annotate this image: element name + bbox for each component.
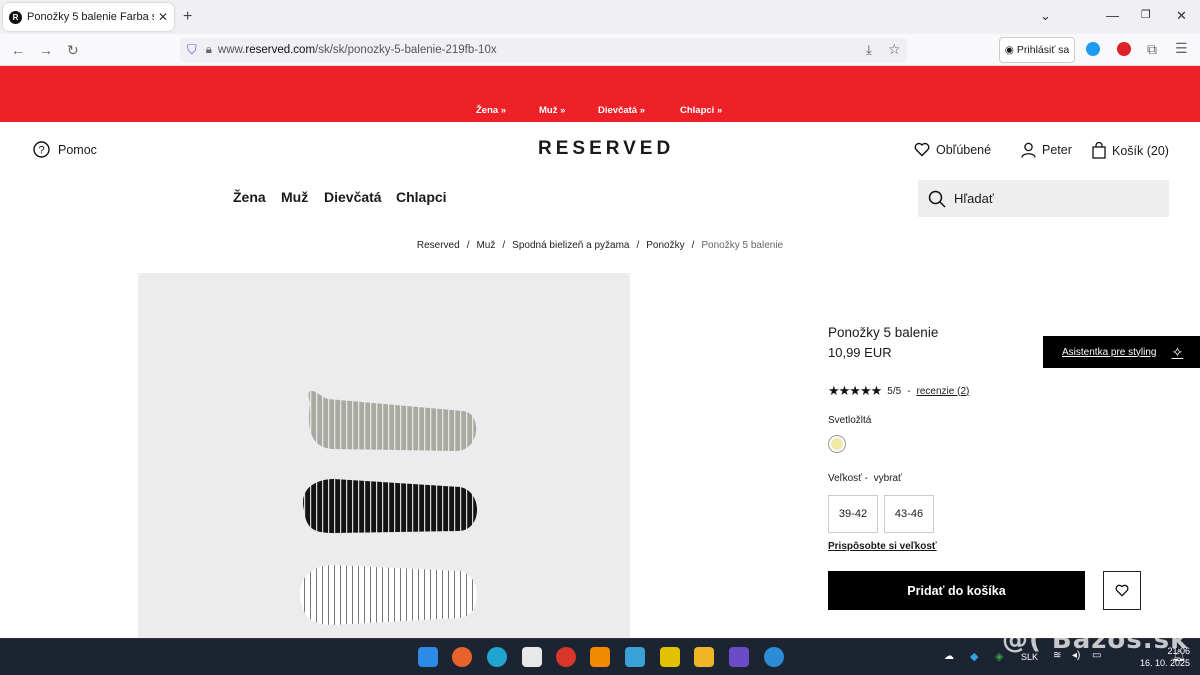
- account-icon: ◉: [1004, 44, 1014, 56]
- help-icon: ?: [33, 141, 50, 158]
- store-icon[interactable]: [522, 647, 542, 667]
- search-placeholder: Hľadať: [954, 191, 994, 206]
- nav-muz[interactable]: Muž: [281, 189, 308, 205]
- color-label: Svetložltá: [828, 415, 872, 426]
- browser-nav-bar: ← → ↻ ⛉ 🔒︎ www. reserved.com/sk/sk/ponozk…: [0, 34, 1200, 66]
- app-yellow-icon[interactable]: [660, 647, 680, 667]
- search-input[interactable]: Hľadať: [918, 180, 1169, 217]
- file-explorer-icon[interactable]: [694, 647, 714, 667]
- app-blue-icon[interactable]: [625, 647, 645, 667]
- browser-tab[interactable]: R Ponožky 5 balenie Farba svetlož ✕: [3, 3, 174, 31]
- help-label: Pomoc: [58, 142, 97, 157]
- banner-link-muz[interactable]: Muž »: [539, 105, 565, 116]
- reload-icon[interactable]: ↻: [67, 42, 79, 59]
- search-icon: [928, 190, 946, 208]
- restore-icon[interactable]: ❐: [1141, 8, 1151, 21]
- nav-zena[interactable]: Žena: [233, 189, 266, 205]
- nav-chlapci[interactable]: Chlapci: [396, 189, 447, 205]
- vlc-icon[interactable]: [590, 647, 610, 667]
- breadcrumb-item[interactable]: Muž: [476, 240, 495, 251]
- url-bar[interactable]: ⛉ 🔒︎ www. reserved.com/sk/sk/ponozky-5-ba…: [180, 38, 907, 62]
- reserved-logo[interactable]: RESERVED: [538, 138, 674, 160]
- app-mail-icon[interactable]: [764, 647, 784, 667]
- rating-separator: -: [907, 385, 911, 397]
- edge-icon[interactable]: [487, 647, 507, 667]
- signin-label: Prihlásiť sa: [1016, 44, 1070, 56]
- banner-link-zena[interactable]: Žena »: [476, 105, 506, 116]
- breadcrumb-item[interactable]: Ponožky: [646, 240, 684, 251]
- back-icon[interactable]: ←: [11, 42, 25, 58]
- close-tab-icon[interactable]: ✕: [158, 10, 168, 24]
- styling-assistant-label: Asistentka pre styling: [1062, 346, 1157, 358]
- shopping-bag-icon: [1092, 142, 1106, 159]
- size-option[interactable]: 39-42: [828, 495, 878, 533]
- product-rating: ★★★★★ 5/5 - recenzie (2): [828, 383, 969, 399]
- menu-hamburger-icon[interactable]: ☰: [1175, 40, 1188, 57]
- size-option[interactable]: 43-46: [884, 495, 934, 533]
- styling-assistant-button[interactable]: Asistentka pre styling ✧: [1043, 336, 1200, 368]
- svg-text:?: ?: [38, 145, 44, 157]
- tab-title: Ponožky 5 balenie Farba svetlož: [27, 11, 154, 23]
- extension-adblock-icon[interactable]: [1117, 42, 1131, 56]
- help-link[interactable]: ? Pomoc: [33, 141, 97, 158]
- tray-app-icon[interactable]: ◆: [970, 650, 978, 663]
- size-label: Veľkosť - vybrať: [828, 473, 902, 484]
- reviews-link[interactable]: recenzie (2): [917, 386, 970, 397]
- heart-icon: [914, 142, 930, 157]
- product-image[interactable]: [138, 273, 630, 638]
- forward-icon[interactable]: →: [39, 42, 53, 58]
- new-tab-icon[interactable]: +: [183, 8, 192, 26]
- breadcrumb-item[interactable]: Spodná bielizeň a pyžama: [512, 240, 629, 251]
- tab-list-chevron-icon[interactable]: ⌄: [1040, 8, 1051, 24]
- cart-label: Košík (20): [1112, 143, 1169, 158]
- breadcrumb: Reserved / Muž / Spodná bielizeň a pyžama / Po…: [416, 240, 784, 251]
- extension-bluesky-icon[interactable]: [1086, 42, 1100, 56]
- promo-banner: Žena » Muž » Dievčatá » Chlapci »: [0, 66, 1200, 122]
- url-domain: reserved.com: [245, 44, 316, 56]
- lock-icon[interactable]: 🔒︎: [206, 44, 212, 57]
- user-label: Peter: [1042, 143, 1072, 157]
- windows-start-icon[interactable]: [418, 647, 438, 667]
- rating-text: 5/5: [887, 385, 902, 397]
- signin-button[interactable]: ◉ Prihlásiť sa: [999, 37, 1075, 63]
- bookmark-star-icon[interactable]: ☆: [888, 41, 901, 58]
- heart-icon: [1115, 584, 1129, 597]
- rating-stars-icon: ★★★★★: [828, 383, 882, 398]
- favorites-label: Obľúbené: [936, 142, 992, 157]
- add-to-favorites-button[interactable]: [1103, 571, 1141, 610]
- watermark: @( Bazos.sk: [1002, 625, 1189, 655]
- save-page-icon[interactable]: ⤓: [866, 42, 872, 58]
- breadcrumb-item[interactable]: Reserved: [417, 240, 460, 251]
- socks-photo: [299, 390, 478, 625]
- shield-icon[interactable]: ⛉: [187, 42, 197, 58]
- sparkle-icon: ✧: [1171, 343, 1184, 360]
- user-icon: [1021, 142, 1036, 158]
- favorites-link[interactable]: Obľúbené: [914, 142, 991, 157]
- product-name: Ponožky 5 balenie: [828, 325, 939, 340]
- cloud-icon[interactable]: ☁: [944, 651, 954, 662]
- app-purple-icon[interactable]: [729, 647, 749, 667]
- banner-link-dievcata[interactable]: Dievčatá »: [598, 105, 645, 116]
- browser-tab-bar: R Ponožky 5 balenie Farba svetlož ✕ + ⌄ …: [0, 0, 1200, 34]
- cart-link[interactable]: Košík (20): [1092, 142, 1169, 159]
- size-guide-link[interactable]: Prispôsobte si veľkosť: [828, 541, 937, 552]
- product-price: 10,99 EUR: [828, 345, 892, 360]
- add-to-cart-button[interactable]: Pridať do košíka: [828, 571, 1085, 610]
- app-red-icon[interactable]: [556, 647, 576, 667]
- close-window-icon[interactable]: ✕: [1176, 8, 1187, 24]
- firefox-icon[interactable]: [452, 647, 472, 667]
- account-link[interactable]: Peter: [1021, 142, 1072, 158]
- reserved-favicon-icon: R: [9, 10, 22, 24]
- nav-dievcata[interactable]: Dievčatá: [324, 189, 382, 205]
- site-header: ? Pomoc RESERVED Obľúbené Peter Košík (2…: [0, 122, 1200, 222]
- url-path: /sk/sk/ponozky-5-balenie-219fb-10x: [315, 44, 497, 56]
- extensions-puzzle-icon[interactable]: ⧉: [1147, 41, 1157, 58]
- banner-link-chlapci[interactable]: Chlapci »: [680, 105, 722, 116]
- minimize-icon[interactable]: —: [1106, 8, 1119, 23]
- breadcrumb-current: Ponožky 5 balenie: [701, 240, 784, 251]
- url-prefix: www.: [217, 44, 246, 56]
- color-swatch-light-yellow[interactable]: [828, 435, 846, 453]
